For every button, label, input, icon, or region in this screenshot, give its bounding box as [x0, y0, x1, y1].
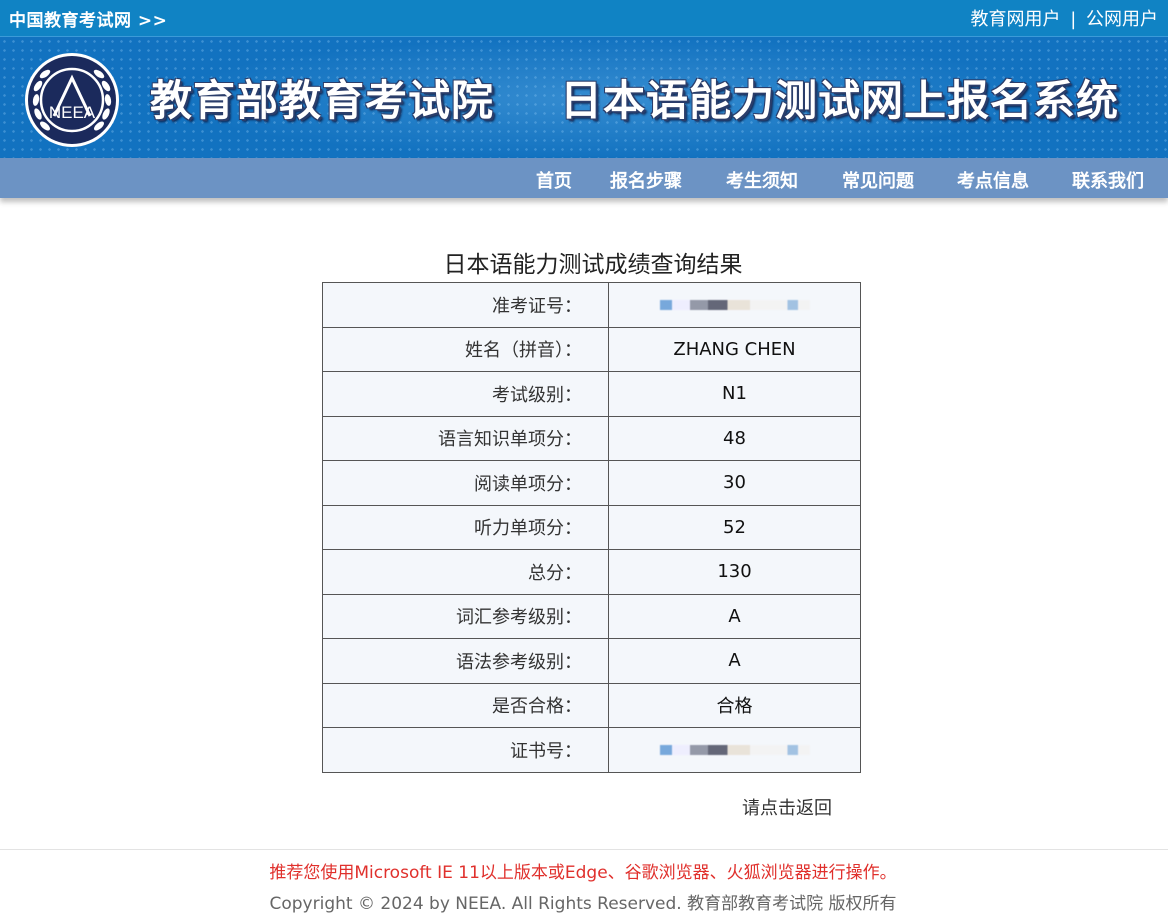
level-label: 考试级别： [322, 371, 609, 417]
reading-label: 阅读单项分： [322, 460, 609, 506]
table-row: 考试级别： N1 [322, 371, 861, 417]
vocabulary-level-label: 词汇参考级别： [322, 593, 609, 639]
table-row: 语法参考级别： A [322, 638, 861, 684]
admission-number-value [608, 282, 861, 328]
certificate-number-value [608, 727, 861, 773]
nav-faq[interactable]: 常见问题 [842, 167, 914, 193]
table-row: 是否合格： 合格 [322, 682, 861, 728]
neea-title: 教育部教育考试院 [150, 76, 495, 125]
user-type-links: 教育网用户 | 公网用户 [970, 5, 1158, 31]
name-value: ZHANG CHEN [608, 326, 861, 372]
nav-contact-us[interactable]: 联系我们 [1072, 167, 1144, 193]
main-nav: 首页 报名步骤 考生须知 常见问题 考点信息 联系我们 [0, 158, 1168, 198]
nav-registration-steps[interactable]: 报名步骤 [610, 167, 682, 193]
return-link[interactable]: 请点击返回 [742, 794, 832, 820]
total-score: 130 [608, 549, 861, 595]
language-knowledge-label: 语言知识单项分： [322, 415, 609, 461]
table-row: 语言知识单项分： 48 [322, 415, 861, 461]
table-row: 阅读单项分： 30 [322, 460, 861, 506]
nav-home[interactable]: 首页 [536, 167, 572, 193]
admission-number-label: 准考证号： [322, 282, 609, 328]
table-row: 词汇参考级别： A [322, 593, 861, 639]
copyright-text: Copyright © 2024 by NEEA. All Rights Res… [269, 894, 897, 914]
listening-label: 听力单项分： [322, 504, 609, 550]
result-page-title: 日本语能力测试成绩查询结果 [443, 252, 743, 278]
redacted-admission-number [659, 300, 810, 311]
table-row: 准考证号： [322, 282, 861, 328]
certificate-number-label: 证书号： [322, 727, 609, 773]
table-row: 证书号： [322, 727, 861, 773]
language-knowledge-score: 48 [608, 415, 861, 461]
grammar-level-label: 语法参考级别： [322, 638, 609, 684]
neea-logo: NEEA [25, 53, 119, 147]
table-row: 总分： 130 [322, 549, 861, 595]
total-label: 总分： [322, 549, 609, 595]
grammar-level-value: A [608, 638, 861, 684]
listening-score: 52 [608, 504, 861, 550]
edu-network-user-link[interactable]: 教育网用户 [970, 5, 1060, 31]
footer-divider [0, 849, 1168, 850]
system-title: 日本语能力测试网上报名系统 [560, 76, 1120, 125]
top-bar: 中国教育考试网 >> 教育网用户 | 公网用户 [0, 0, 1168, 36]
name-label: 姓名（拼音）： [322, 326, 609, 372]
vocabulary-level-value: A [608, 593, 861, 639]
neea-site-link[interactable]: 中国教育考试网 >> [9, 6, 167, 31]
reading-score: 30 [608, 460, 861, 506]
browser-recommendation: 推荐您使用Microsoft IE 11以上版本或Edge、谷歌浏览器、火狐浏览… [269, 863, 897, 883]
nav-candidate-notice[interactable]: 考生须知 [726, 167, 798, 193]
table-row: 听力单项分： 52 [322, 504, 861, 550]
public-network-user-link[interactable]: 公网用户 [1086, 5, 1158, 31]
nav-test-site-info[interactable]: 考点信息 [957, 167, 1029, 193]
logo-text: NEEA [49, 103, 96, 122]
header-banner: NEEA 教育部教育考试院 日本语能力测试网上报名系统 [0, 36, 1168, 159]
table-row: 姓名（拼音）： ZHANG CHEN [322, 326, 861, 372]
score-result-table: 准考证号： 姓名（拼音）： ZHANG CHEN 考试级别： N1 语言知识单项… [322, 282, 861, 773]
pass-status-value: 合格 [608, 682, 861, 728]
link-separator: | [1070, 9, 1077, 30]
pass-status-label: 是否合格： [322, 682, 609, 728]
redacted-certificate-number [659, 745, 810, 756]
level-value: N1 [608, 371, 861, 417]
